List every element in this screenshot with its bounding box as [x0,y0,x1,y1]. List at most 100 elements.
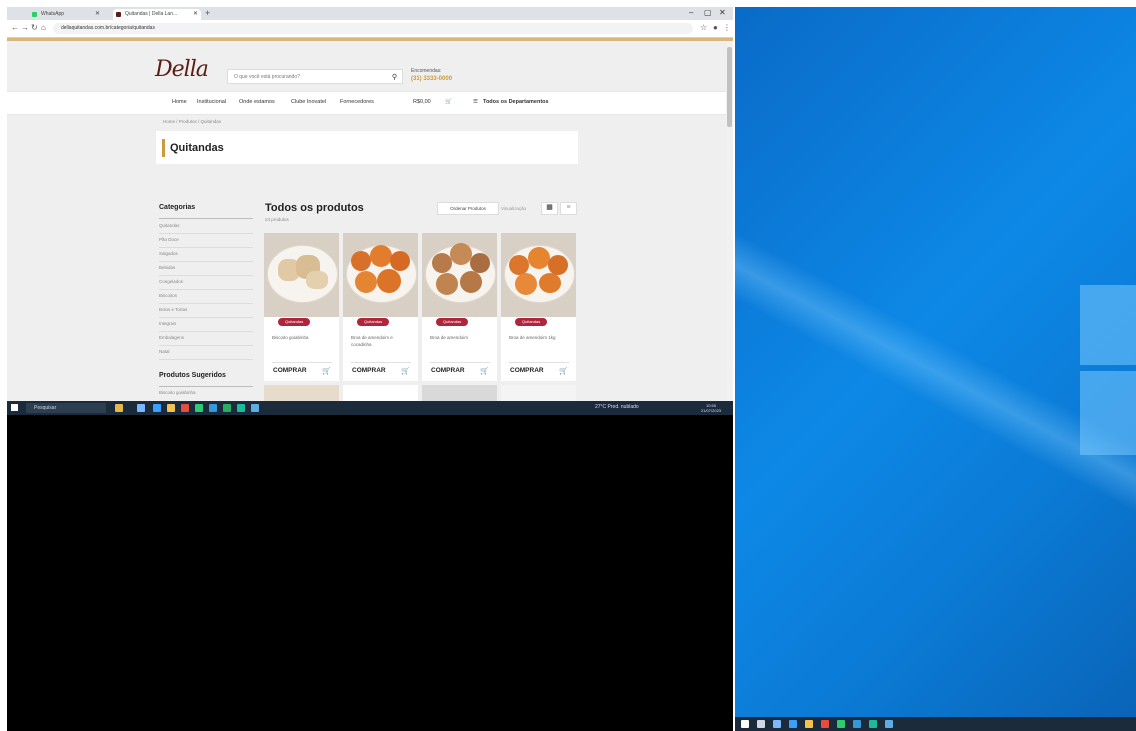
close-icon[interactable]: ✕ [95,9,100,20]
new-tab-button[interactable]: + [205,8,210,18]
weather-tray[interactable]: 27°C Pred. nublado [595,404,639,410]
nav-onde-estamos[interactable]: Onde estamos [239,99,275,105]
forward-button[interactable]: → [21,23,29,32]
product-card-partial[interactable] [264,385,339,401]
cart-icon[interactable]: 🛒 [401,367,410,375]
contact-phone[interactable]: (31) 3333-0000 [411,76,452,82]
tab-strip: WhatsApp ✕ Quitandas | Della Lan... ✕ + … [7,7,733,20]
product-card[interactable]: Quitandas Broa de amendoim 1kg COMPRAR 🛒 [501,233,576,381]
edge-icon[interactable] [789,720,797,728]
tab-label: WhatsApp [41,11,65,17]
buy-button[interactable]: COMPRAR [352,367,386,374]
product-image[interactable] [343,233,418,317]
product-card[interactable]: Quitandas Broa de amendoim COMPRAR 🛒 [422,233,497,381]
word-icon[interactable] [853,720,861,728]
app-icon[interactable] [237,404,245,412]
minimize-button[interactable]: – [689,8,693,17]
nav-institucional[interactable]: Institucional [197,99,226,105]
product-name[interactable]: Broa de amendoim 1kg [509,334,571,341]
category-item[interactable]: Bolos e Tortas [159,304,253,318]
profile-icon[interactable]: ● [713,23,718,32]
taskbar-search[interactable]: Pesquisar [26,403,106,413]
site-logo[interactable]: Della [155,57,209,82]
search-icon[interactable]: ⚲ [392,70,397,85]
product-name[interactable]: Broa de amendoim [430,334,492,341]
excel-icon[interactable] [195,404,203,412]
app-icon[interactable] [885,720,893,728]
edge-icon[interactable] [153,404,161,412]
address-bar[interactable]: dellaquitandas.com.br/categoria/quitanda… [53,23,693,34]
home-button[interactable]: ⌂ [41,23,46,32]
scrollbar-thumb[interactable] [727,47,732,127]
suggested-item[interactable]: Biscoito goiabinha [159,390,196,395]
chrome-icon[interactable] [821,720,829,728]
category-item[interactable]: Quitandas [159,220,253,234]
nav-clube[interactable]: Clube Inovatel [291,99,326,105]
category-item[interactable]: Biscoitos [159,290,253,304]
tab-quitandas[interactable]: Quitandas | Della Lan... ✕ [113,9,201,20]
category-item[interactable]: Embalagens [159,332,253,346]
taskbar-app-icon[interactable] [115,404,123,412]
product-card-partial[interactable] [422,385,497,401]
task-view-icon[interactable] [773,720,781,728]
product-name[interactable]: Biscoito goiabinha [272,334,334,341]
product-name[interactable]: Broa de amendoim e cocadinha [351,334,413,348]
explorer-icon[interactable] [805,720,813,728]
category-badge: Quitandas [357,318,390,326]
category-item[interactable]: Natal [159,346,253,360]
sort-select[interactable]: Ordenar Produtos [437,202,499,215]
menu-icon[interactable]: ⋮ [723,23,731,32]
nav-fornecedores[interactable]: Fornecedores [340,99,374,105]
product-image[interactable] [501,233,576,317]
cart-icon[interactable]: 🛒 [480,367,489,375]
search-input[interactable]: O que você está procurando? ⚲ [227,69,403,84]
word-icon[interactable] [209,404,217,412]
tab-whatsapp[interactable]: WhatsApp ✕ [29,9,103,20]
close-window-button[interactable]: ✕ [719,8,726,17]
buy-button[interactable]: COMPRAR [273,367,307,374]
nav-home[interactable]: Home [172,99,187,105]
search-icon[interactable] [757,720,765,728]
product-card[interactable]: Quitandas Biscoito goiabinha COMPRAR 🛒 [264,233,339,381]
buy-button[interactable]: COMPRAR [431,367,465,374]
windows-start-icon[interactable] [741,720,749,728]
product-image[interactable] [422,233,497,317]
cart-icon[interactable]: 🛒 [559,367,568,375]
list-icon[interactable]: ≡ [560,202,577,215]
departments-menu[interactable]: Todos os Departamentos [483,99,549,105]
cart-icon[interactable]: 🛒 [322,367,331,375]
close-icon[interactable]: ✕ [193,9,198,20]
maximize-button[interactable]: ▢ [704,8,712,17]
back-button[interactable]: ← [11,23,19,32]
cart-icon[interactable]: 🛒 [445,99,452,105]
category-item[interactable]: Congelados [159,276,253,290]
app-icon[interactable] [251,404,259,412]
category-item[interactable]: Pão Doce [159,234,253,248]
category-item[interactable]: Salgados [159,248,253,262]
product-card-partial[interactable] [343,385,418,401]
excel-icon[interactable] [837,720,845,728]
product-image[interactable] [264,233,339,317]
task-view-icon[interactable] [137,404,145,412]
divider [351,362,411,363]
buy-button[interactable]: COMPRAR [510,367,544,374]
products-title: Todos os produtos [265,202,364,214]
taskbar-clock[interactable]: 10:55 21/07/2023 [701,403,721,413]
whatsapp-icon[interactable] [223,404,231,412]
whatsapp-icon [32,12,37,17]
reload-button[interactable]: ↻ [31,23,38,32]
windows-start-icon[interactable] [11,404,18,411]
product-card[interactable]: Quitandas Broa de amendoim e cocadinha C… [343,233,418,381]
category-item[interactable]: Integrais [159,318,253,332]
category-item[interactable]: Bebidas [159,262,253,276]
breadcrumb[interactable]: Home / Produtos / Quitandas [163,119,221,124]
star-icon[interactable]: ☆ [700,23,707,32]
product-card-partial[interactable] [501,385,576,401]
chrome-icon[interactable] [181,404,189,412]
cart-total[interactable]: R$0,00 [413,99,431,105]
contact-label: Encomendas: [411,68,442,74]
divider [159,218,253,219]
app-icon[interactable] [869,720,877,728]
grid-icon[interactable]: ▦ [541,202,558,215]
explorer-icon[interactable] [167,404,175,412]
